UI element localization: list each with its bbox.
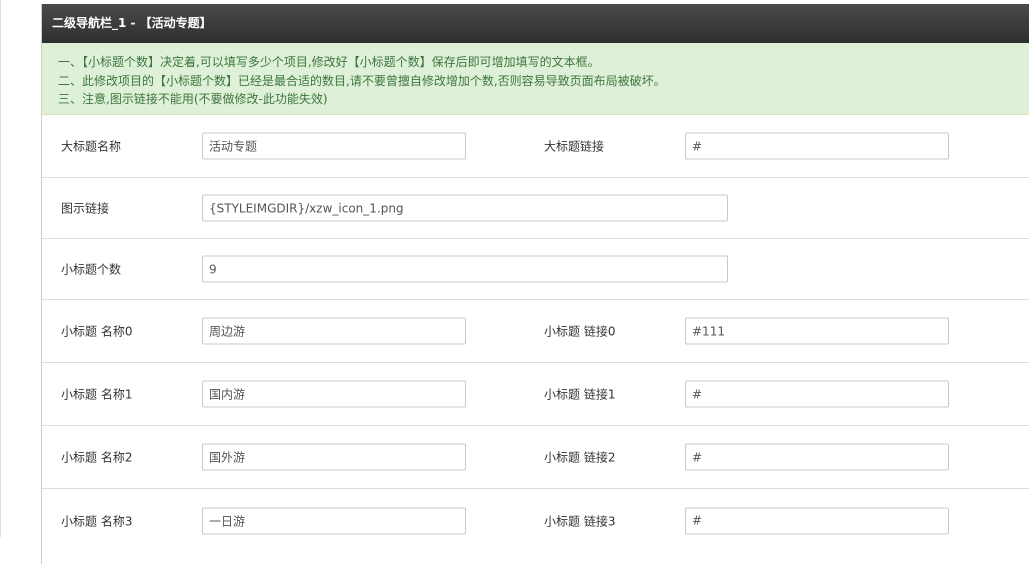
main-title-label: 大标题名称 [61,139,122,154]
sub-count-label: 小标题个数 [61,262,122,277]
sub-name-label-3: 小标题 名称3 [61,514,133,528]
row-sub-0: 小标题 名称0 小标题 链接0 [42,300,1029,363]
main-link-label: 大标题链接 [544,139,605,154]
sub-link-input-3[interactable] [685,507,949,534]
sub-name-label-2: 小标题 名称2 [61,450,133,465]
sub-name-label-1: 小标题 名称1 [61,387,133,402]
notice-line-1: 一、【小标题个数】决定着,可以填写多少个项目,修改好【小标题个数】保存后即可增加… [58,55,600,69]
sub-name-input-1[interactable] [202,380,466,408]
notice-line-2: 二、此修改项目的【小标题个数】已经是最合适的数目,请不要曾擅自修改增加个数,否则… [58,73,666,88]
row-sub-3: 小标题 名称3 小标题 链接3 [42,489,1029,552]
panel-title: 二级导航栏_1 - 【活动专题】 [52,16,212,30]
main-link-input[interactable] [685,132,949,160]
sub-name-input-3[interactable] [202,507,466,534]
icon-link-label: 图示链接 [61,201,110,216]
sub-link-label-0: 小标题 链接0 [544,324,616,339]
sub-link-input-1[interactable] [685,380,949,408]
row-sub-1: 小标题 名称1 小标题 链接1 [42,363,1029,426]
sub-name-input-0[interactable] [202,317,466,345]
row-sub-2: 小标题 名称2 小标题 链接2 [42,426,1029,489]
row-main-title: 大标题名称 大标题链接 [42,115,1029,178]
sub-link-input-0[interactable] [685,317,949,345]
sub-link-label-3: 小标题 链接3 [544,514,616,528]
notice-box: 一、【小标题个数】决定着,可以填写多少个项目,修改好【小标题个数】保存后即可增加… [42,43,1029,115]
main-title-input[interactable] [202,132,466,160]
sub-count-input[interactable] [202,255,728,283]
icon-link-input[interactable] [202,194,728,222]
sub-link-label-2: 小标题 链接2 [544,450,616,465]
sub-name-input-2[interactable] [202,443,466,471]
row-sub-count: 小标题个数 [42,239,1029,300]
sub-link-input-2[interactable] [685,443,949,471]
panel-header: 二级导航栏_1 - 【活动专题】 [42,4,1029,43]
sub-name-label-0: 小标题 名称0 [61,324,133,339]
notice-line-3: 三、注意,图示链接不能用(不要做修改-此功能失效) [58,92,328,106]
settings-panel: 二级导航栏_1 - 【活动专题】 一、【小标题个数】决定着,可以填写多少个项目,… [41,4,1029,564]
page-left-border [0,0,1,537]
sub-link-label-1: 小标题 链接1 [544,387,616,402]
row-icon-link: 图示链接 [42,178,1029,239]
